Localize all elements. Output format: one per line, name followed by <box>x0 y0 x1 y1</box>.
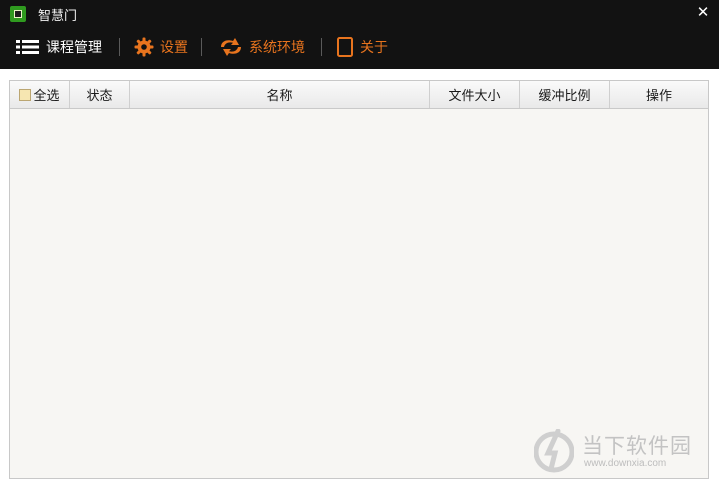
status-column-header[interactable]: 状态 <box>70 81 130 108</box>
main-toolbar: 课程管理 设置 系统环境 关于 <box>0 28 719 69</box>
settings-label: 设置 <box>160 40 188 56</box>
actions-column-header[interactable]: 操作 <box>610 81 708 108</box>
gear-icon <box>134 37 154 57</box>
course-manage-button[interactable]: 课程管理 <box>16 28 102 66</box>
toolbar-divider <box>321 38 322 56</box>
select-all-checkbox[interactable] <box>19 88 32 101</box>
select-all-label: 全选 <box>33 89 60 104</box>
tablet-icon <box>337 37 353 57</box>
about-label: 关于 <box>360 40 388 56</box>
environment-label: 系统环境 <box>249 40 305 56</box>
course-manage-label: 课程管理 <box>46 40 102 56</box>
watermark: 当下软件园 www.downxia.com <box>530 427 710 475</box>
watermark-url: www.downxia.com <box>584 458 667 469</box>
watermark-logo-icon <box>534 429 574 473</box>
title-bar: 智慧门 ✕ <box>0 0 719 28</box>
about-button[interactable]: 关于 <box>337 28 388 66</box>
file-size-column-header[interactable]: 文件大小 <box>430 81 520 108</box>
app-logo-icon <box>10 6 26 22</box>
app-title: 智慧门 <box>38 9 78 24</box>
environment-button[interactable]: 系统环境 <box>219 28 305 66</box>
toolbar-divider <box>119 38 120 56</box>
list-body <box>10 109 708 478</box>
settings-button[interactable]: 设置 <box>134 28 188 66</box>
refresh-icon <box>221 38 241 56</box>
select-all-column[interactable]: 全选 <box>10 81 70 108</box>
name-column-header[interactable]: 名称 <box>130 81 430 108</box>
buffer-ratio-column-header[interactable]: 缓冲比例 <box>520 81 610 108</box>
watermark-text: 当下软件园 <box>582 434 692 458</box>
close-button[interactable]: ✕ <box>695 3 711 21</box>
list-header: 全选 状态 名称 文件大小 缓冲比例 操作 <box>10 81 708 109</box>
list-icon <box>16 40 39 54</box>
download-list-panel: 全选 状态 名称 文件大小 缓冲比例 操作 <box>9 80 709 479</box>
toolbar-divider <box>201 38 202 56</box>
